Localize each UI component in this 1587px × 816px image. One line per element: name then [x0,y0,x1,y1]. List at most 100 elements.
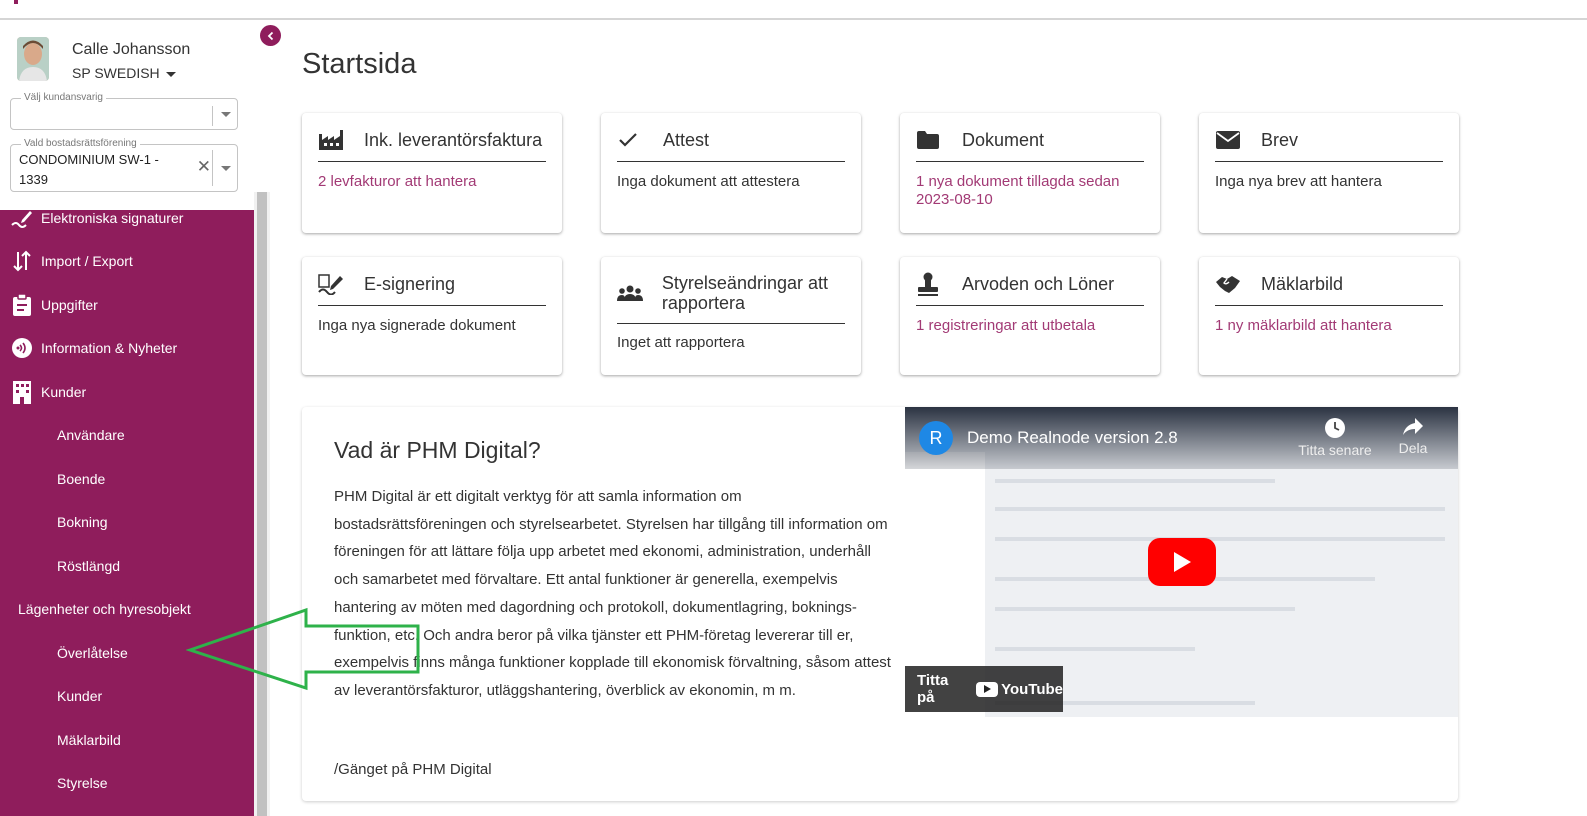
chevron-down-icon[interactable] [221,166,231,171]
play-button[interactable] [1148,538,1216,586]
nav-item-customers[interactable]: Kunder [0,374,254,410]
association-value: CONDOMINIUM SW-1 - 1339 [19,152,159,187]
card-title: E-signering [364,274,456,294]
nav-subitem-booking[interactable]: Bokning [0,504,254,540]
top-bar [0,0,1587,20]
nav-subitem-label: Bokning [57,514,108,530]
card-attest[interactable]: Attest Inga dokument att attestera [601,113,861,233]
card-e-signing[interactable]: E-signering Inga nya signerade dokument [302,257,562,375]
card-broker-picture[interactable]: Mäklarbild 1 ny mäklarbild att hantera [1199,257,1459,375]
clear-icon[interactable]: ✕ [197,158,211,176]
share-button[interactable]: Dela [1385,417,1441,456]
customer-manager-select[interactable]: Välj kundansvarig [10,92,238,130]
card-text: Inga dokument att attestera [617,173,800,190]
video-thumbnail-line [995,507,1445,511]
field-separator [212,106,213,126]
share-icon [1403,418,1423,435]
nav-item-tasks[interactable]: Uppgifter [0,287,254,323]
nav-item-import-export[interactable]: Import / Export [0,243,254,279]
card-fees-salaries[interactable]: Arvoden och Löner 1 registreringar att u… [900,257,1160,375]
check-icon [617,129,647,151]
card-header: Styrelseändringar att rapportera [617,273,845,324]
watch-later-button[interactable]: Titta senare [1295,417,1375,458]
sidebar-nav: Elektroniska signaturer Import / Export … [0,210,254,816]
customer-manager-label: Välj kundansvarig [21,92,106,104]
scrollbar-thumb[interactable] [257,192,267,816]
video-thumbnail-line [995,647,1195,651]
nav-subitem-voting-list[interactable]: Röstlängd [0,548,254,584]
sidebar-header: Calle Johansson SP SWEDISH Välj kundansv… [0,22,258,212]
association-label: Vald bostadsrättsförening [21,138,140,150]
card-title: Arvoden och Löner [962,274,1115,294]
video-player[interactable]: R Demo Realnode version 2.8 Titta senare… [905,407,1458,717]
nav-item-label: Import / Export [41,253,133,269]
nav-item-electronic-signatures[interactable]: Elektroniska signaturer [0,210,254,236]
video-thumbnail-line [995,479,1275,483]
card-header: Dokument [916,129,1144,162]
page-title: Startsida [302,48,417,80]
import-export-icon [11,250,33,272]
nav-item-label: Elektroniska signaturer [41,210,184,226]
company-selector[interactable]: SP SWEDISH [72,65,176,81]
card-title: Brev [1261,130,1299,150]
nav-subitem-users[interactable]: Användare [0,417,254,453]
play-icon [1174,552,1191,572]
field-separator [212,150,213,186]
card-title: Styrelseändringar att rapportera [661,273,828,313]
card-header: Arvoden och Löner [916,272,1144,306]
group-icon [617,282,646,304]
youtube-label: YouTube [1001,680,1063,698]
chevron-left-icon [267,31,273,40]
building-icon [11,381,33,404]
nav-item-label: Kunder [41,384,87,400]
card-documents[interactable]: Dokument 1 nya dokument tillagda sedan 2… [900,113,1160,233]
company-name: SP SWEDISH [72,65,160,81]
card-letters[interactable]: Brev Inga nya brev att hantera [1199,113,1459,233]
card-link[interactable]: 1 ny mäklarbild att hantera [1215,317,1392,335]
video-thumbnail-line [995,537,1445,541]
annotation-arrow-icon [186,607,420,691]
card-board-changes[interactable]: Styrelseändringar att rapportera Inget a… [601,257,861,375]
watch-on-youtube-button[interactable]: Titta på YouTube [905,666,1063,712]
card-text: Inga nya brev att hantera [1215,173,1382,190]
card-link[interactable]: 2 levfakturor att hantera [318,173,476,191]
card-text: Inga nya signerade dokument [318,317,516,334]
card-title: Ink. leverantörsfaktura [364,130,543,150]
card-title: Dokument [962,130,1045,150]
envelope-icon [1215,129,1245,151]
nav-item-label: Uppgifter [41,297,98,313]
sidebar-scrollbar[interactable] [254,192,270,816]
caret-down-icon [165,71,176,77]
channel-avatar[interactable]: R [919,421,953,455]
association-select[interactable]: Vald bostadsrättsförening CONDOMINIUM SW… [10,138,238,192]
card-title: Mäklarbild [1261,274,1344,294]
youtube-play-icon [976,681,999,697]
broadcast-icon [11,337,33,359]
brand-logo [14,0,18,4]
chevron-down-icon[interactable] [221,112,231,117]
nav-subitem-broker-picture[interactable]: Mäklarbild [0,722,254,758]
collapse-sidebar-button[interactable] [260,25,281,46]
card-link[interactable]: 1 registreringar att utbetala [916,317,1095,335]
nav-subitem-residents[interactable]: Boende [0,461,254,497]
info-signature: /Gänget på PHM Digital [334,761,492,778]
nav-subitem-label: Kunder [57,688,103,704]
nav-subitem-label: Röstlängd [57,558,121,574]
nav-item-label: Information & Nyheter [41,340,178,356]
clock-icon [1325,418,1345,438]
nav-subitem-board[interactable]: Styrelse [0,765,254,801]
video-title[interactable]: Demo Realnode version 2.8 [967,428,1178,448]
card-supplier-invoices[interactable]: Ink. leverantörsfaktura 2 levfakturor at… [302,113,562,233]
avatar[interactable] [17,37,49,81]
signature-icon [318,273,348,295]
watch-later-label: Titta senare [1298,442,1372,458]
card-header: Ink. leverantörsfaktura [318,129,546,162]
card-link[interactable]: 1 nya dokument tillagda sedan 2023-08-10 [916,173,1144,209]
nav-item-information-news[interactable]: Information & Nyheter [0,330,254,366]
stamp-icon [916,272,946,296]
share-label: Dela [1398,440,1428,456]
info-card: Vad är PHM Digital? PHM Digital är ett d… [302,407,1458,801]
info-title: Vad är PHM Digital? [334,437,541,463]
card-title: Attest [663,130,710,150]
user-name: Calle Johansson [72,41,191,58]
